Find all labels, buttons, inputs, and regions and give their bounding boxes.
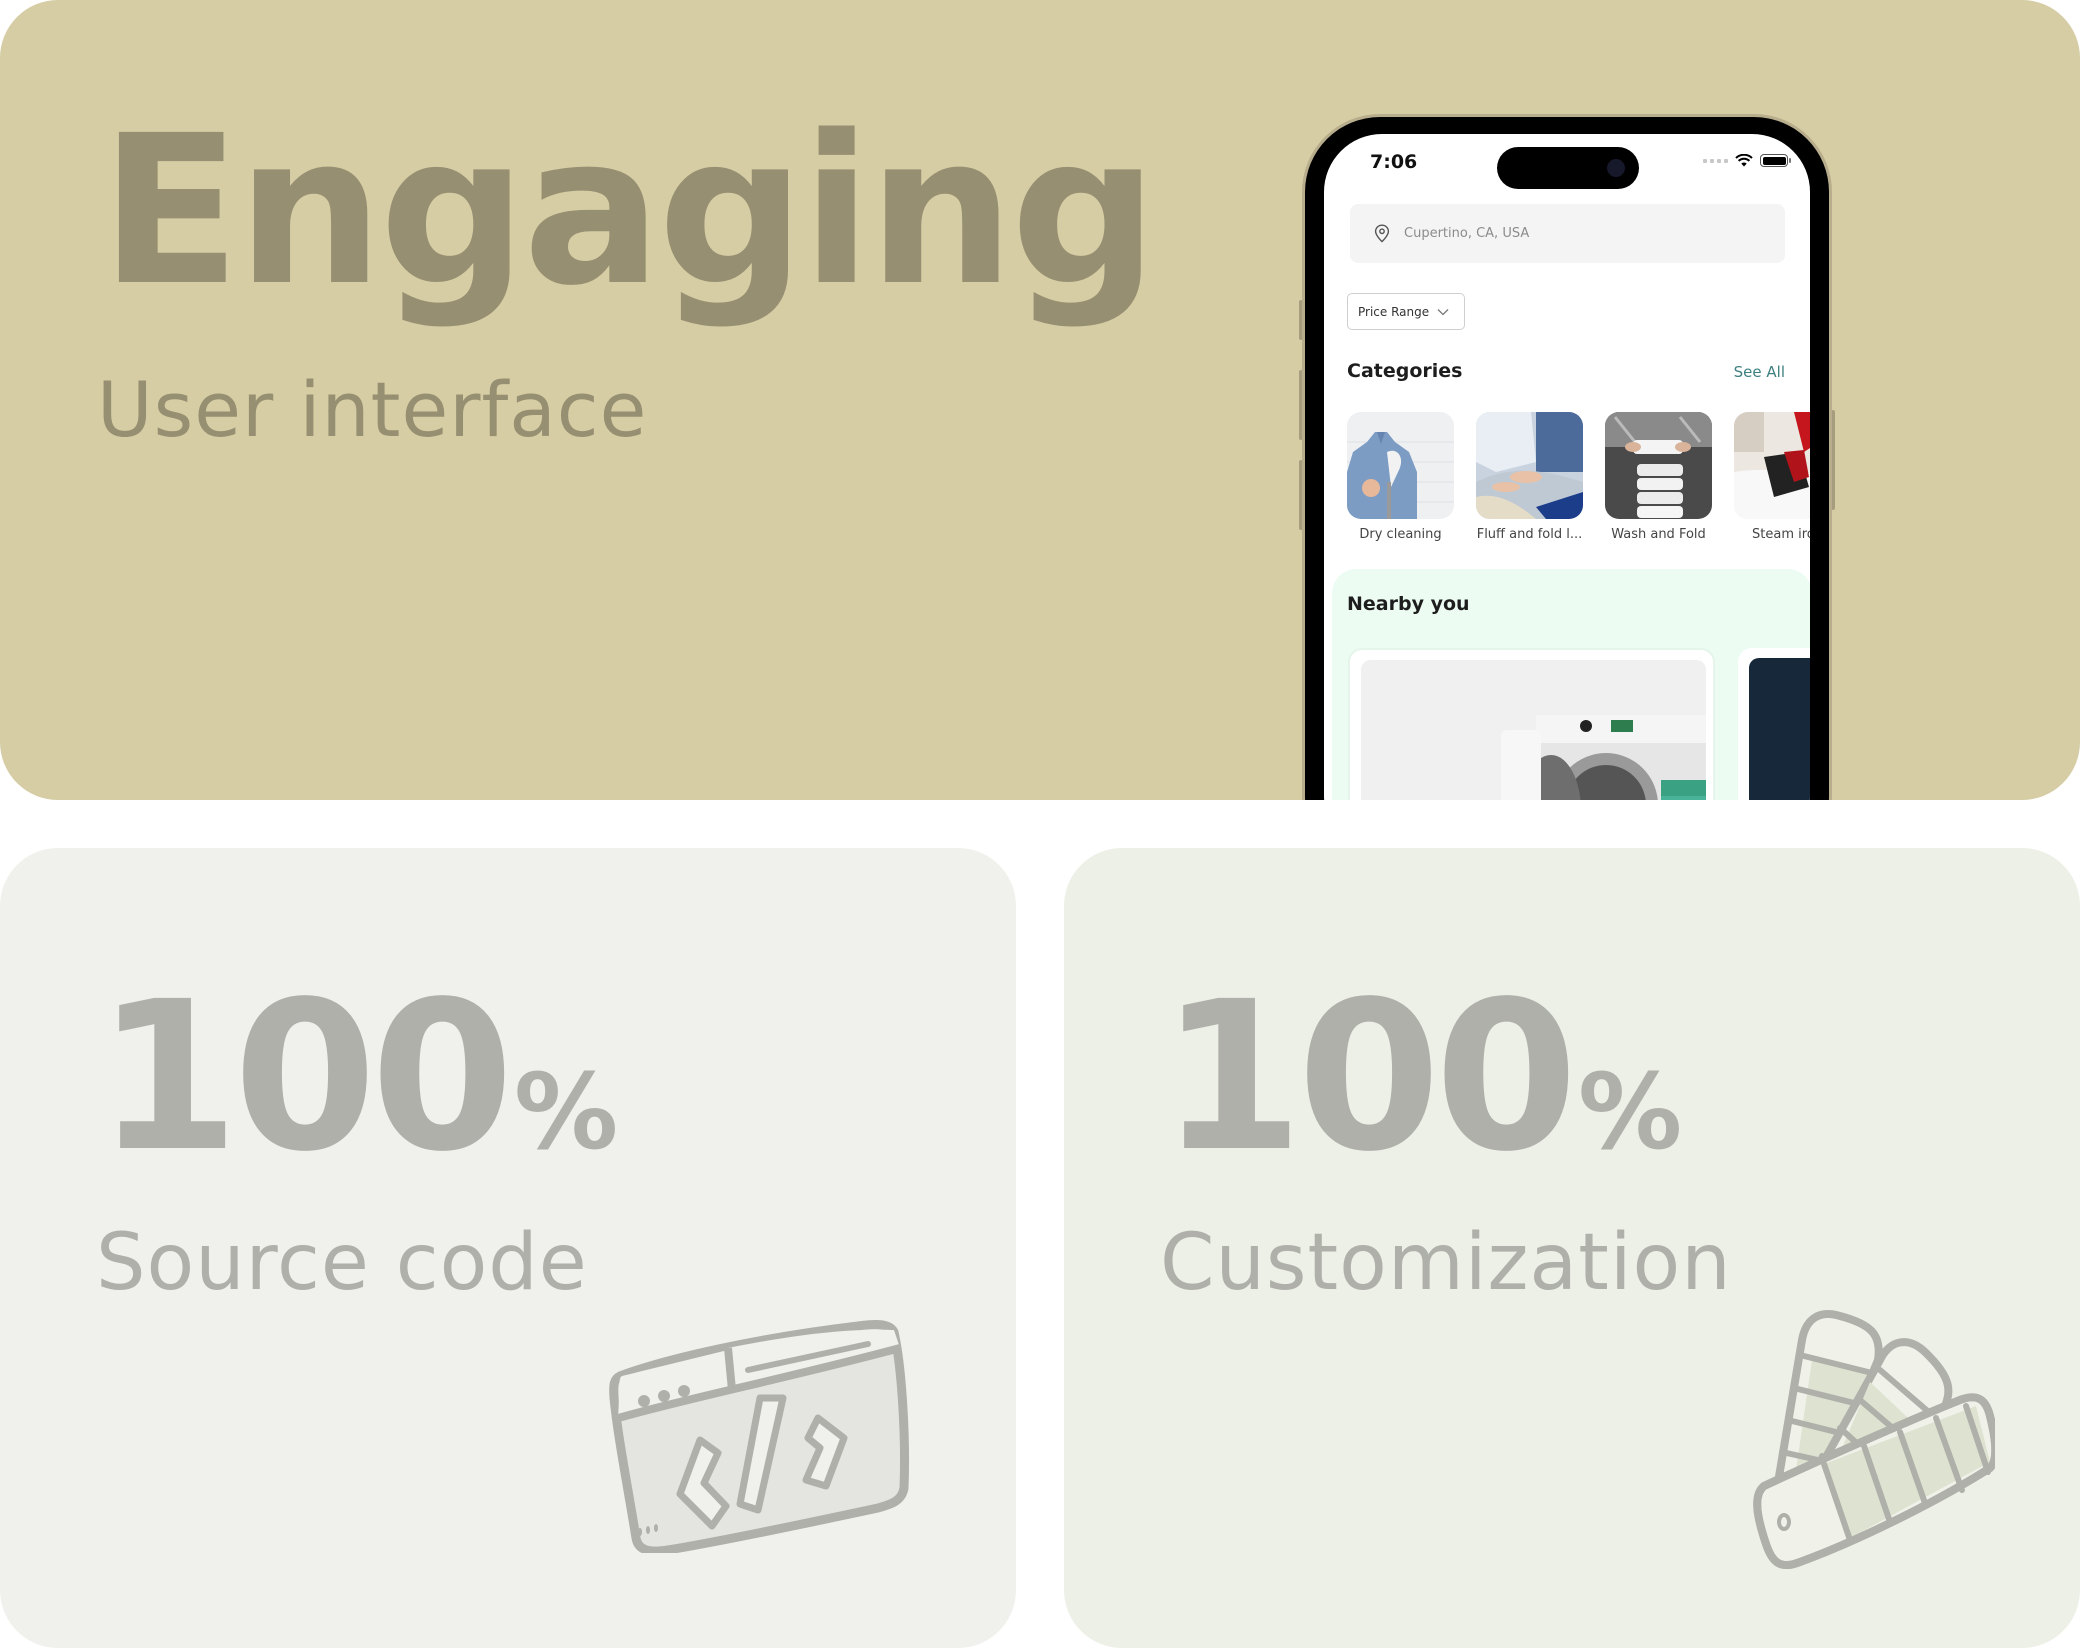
battery-icon <box>1760 154 1791 167</box>
category-item[interactable]: Dry cleaning <box>1347 412 1454 542</box>
phone-mockup: 7:06 Cupertino, CA, USA Price Range Cate… <box>1302 114 1832 800</box>
status-icons <box>1703 154 1791 167</box>
category-label: Wash and Fold <box>1611 527 1706 542</box>
location-search-field[interactable]: Cupertino, CA, USA <box>1350 204 1785 263</box>
laundromat-image <box>1749 658 1810 800</box>
categories-list: Dry cleaning Fluff and fold l... Wash an… <box>1347 412 1810 542</box>
washing-machine-image <box>1361 660 1706 800</box>
see-all-link[interactable]: See All <box>1734 363 1785 381</box>
cellular-signal-icon <box>1703 158 1728 163</box>
price-range-dropdown[interactable]: Price Range <box>1347 293 1465 330</box>
steam-iron-image <box>1734 412 1810 519</box>
category-label: Fluff and fold l... <box>1476 527 1583 542</box>
category-label: Steam iron <box>1752 527 1810 542</box>
categories-title: Categories <box>1347 360 1463 382</box>
fluff-and-fold-image <box>1476 412 1583 519</box>
nearby-card[interactable] <box>1738 648 1810 800</box>
price-range-label: Price Range <box>1358 304 1430 319</box>
source-code-stat: 100% <box>96 974 618 1180</box>
phone-clip: 7:06 Cupertino, CA, USA Price Range Cate… <box>0 0 2080 800</box>
nearby-card[interactable] <box>1348 648 1715 800</box>
stat-label: Source code <box>96 1218 588 1308</box>
camera-icon <box>1607 159 1625 177</box>
wash-and-fold-image <box>1605 412 1712 519</box>
code-window-icon <box>609 1319 910 1553</box>
color-palette-icon <box>1753 1310 1995 1570</box>
chevron-down-icon <box>1437 308 1449 315</box>
dry-cleaning-image <box>1347 412 1454 519</box>
search-placeholder: Cupertino, CA, USA <box>1404 226 1530 241</box>
phone-bezel: 7:06 Cupertino, CA, USA Price Range Cate… <box>1305 117 1829 800</box>
wifi-icon <box>1735 154 1753 167</box>
stat-value: 100 <box>1160 957 1578 1197</box>
location-pin-icon <box>1374 224 1390 243</box>
customization-stat: 100% <box>1160 974 1682 1180</box>
category-label: Dry cleaning <box>1359 527 1442 542</box>
stat-unit: % <box>514 1051 619 1173</box>
stat-value: 100 <box>96 957 514 1197</box>
dynamic-island <box>1497 147 1639 189</box>
phone-screen: 7:06 Cupertino, CA, USA Price Range Cate… <box>1324 134 1810 800</box>
category-item[interactable]: Steam iron <box>1734 412 1810 542</box>
nearby-title: Nearby you <box>1347 593 1470 615</box>
category-item[interactable]: Wash and Fold <box>1605 412 1712 542</box>
stat-label: Customization <box>1160 1218 1732 1308</box>
stat-unit: % <box>1578 1051 1683 1173</box>
category-item[interactable]: Fluff and fold l... <box>1476 412 1583 542</box>
status-time: 7:06 <box>1370 151 1418 173</box>
nearby-section: Nearby you <box>1332 569 1810 800</box>
